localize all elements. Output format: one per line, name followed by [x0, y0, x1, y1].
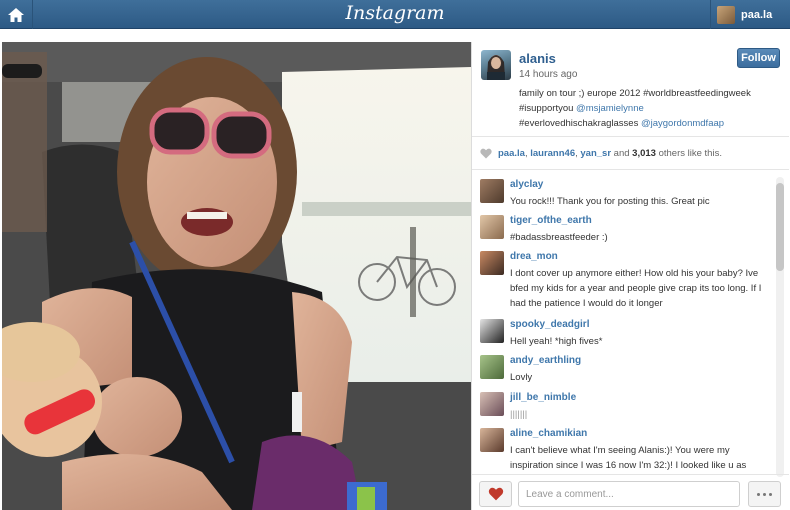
author-username[interactable]: alanis	[519, 51, 556, 66]
likes-row: paa.la, laurann46, yan_sr and 3,013 othe…	[472, 138, 789, 170]
liker-paa-la[interactable]: paa.la	[498, 148, 525, 159]
follow-button[interactable]: Follow	[737, 48, 780, 68]
post-caption: family on tour ;) europe 2012 #worldbrea…	[519, 86, 783, 131]
like-button[interactable]	[479, 481, 512, 507]
post-header: alanis 14 hours ago Follow family on tou…	[472, 42, 789, 137]
comment-username[interactable]: aline_chamikian	[510, 428, 587, 439]
more-icon	[763, 492, 766, 496]
post-photo[interactable]	[2, 42, 471, 510]
commenter-avatar[interactable]	[480, 428, 504, 452]
comment-text: Hell yeah! *high fives*	[510, 336, 603, 347]
post-details-panel: alanis 14 hours ago Follow family on tou…	[471, 42, 789, 510]
user-avatar	[717, 5, 735, 24]
heart-icon	[488, 487, 503, 501]
instagram-logo: Instagram	[345, 2, 445, 24]
more-icon	[769, 492, 772, 496]
caption-mention-jaygordonmdfaap[interactable]: @jaygordonmdfaap	[641, 118, 724, 129]
comment-username[interactable]: drea_mon	[510, 251, 558, 262]
comment-username[interactable]: tiger_ofthe_earth	[510, 215, 592, 226]
commenter-avatar[interactable]	[480, 179, 504, 203]
home-button[interactable]	[0, 0, 33, 29]
user-name: paa.la	[741, 8, 773, 21]
more-icon	[757, 492, 760, 496]
comment-text: You rock!!! Thank you for posting this. …	[510, 196, 710, 207]
comment-text: #badassbreastfeeder :)	[510, 232, 608, 243]
liker-laurann46[interactable]: laurann46	[530, 148, 575, 159]
comment-bar	[472, 474, 789, 510]
top-navigation-bar: Instagram paa.la	[0, 0, 790, 29]
commenter-avatar[interactable]	[480, 392, 504, 416]
home-icon	[8, 7, 24, 22]
comment-text: I dont cover up anymore either! How old …	[510, 268, 762, 309]
likes-and: and	[613, 148, 630, 159]
more-options-button[interactable]	[748, 481, 781, 507]
comment-username[interactable]: alyclay	[510, 179, 543, 190]
comment-text: |||||||	[510, 409, 528, 420]
author-avatar[interactable]	[481, 50, 511, 80]
comment-username[interactable]: spooky_deadgirl	[510, 319, 589, 330]
caption-mention-msjamielynne[interactable]: @msjamielynne	[576, 103, 644, 114]
scrollbar-thumb[interactable]	[776, 183, 784, 271]
comment-input[interactable]	[518, 481, 740, 507]
user-menu[interactable]: paa.la	[710, 0, 790, 29]
commenter-avatar[interactable]	[480, 215, 504, 239]
comment-username[interactable]: jill_be_nimble	[510, 392, 576, 403]
commenter-avatar[interactable]	[480, 251, 504, 275]
comment-username[interactable]: andy_earthling	[510, 355, 581, 366]
commenter-avatar[interactable]	[480, 319, 504, 343]
liker-yan-sr[interactable]: yan_sr	[580, 148, 611, 159]
caption-hashtag-line: #everlovedhischakraglasses	[519, 118, 641, 129]
comment-text: I can't believe what I'm seeing Alanis:)…	[510, 445, 747, 471]
commenter-avatar[interactable]	[480, 355, 504, 379]
likes-count[interactable]: 3,013	[632, 148, 656, 159]
post-timestamp: 14 hours ago	[519, 69, 578, 80]
likes-suffix: others like this.	[658, 148, 722, 159]
comments-scrollbar[interactable]	[776, 177, 784, 477]
heart-icon	[480, 148, 492, 159]
comment-text: Lovly	[510, 372, 533, 383]
comments-list: alyclay You rock!!! Thank you for postin…	[472, 171, 789, 474]
